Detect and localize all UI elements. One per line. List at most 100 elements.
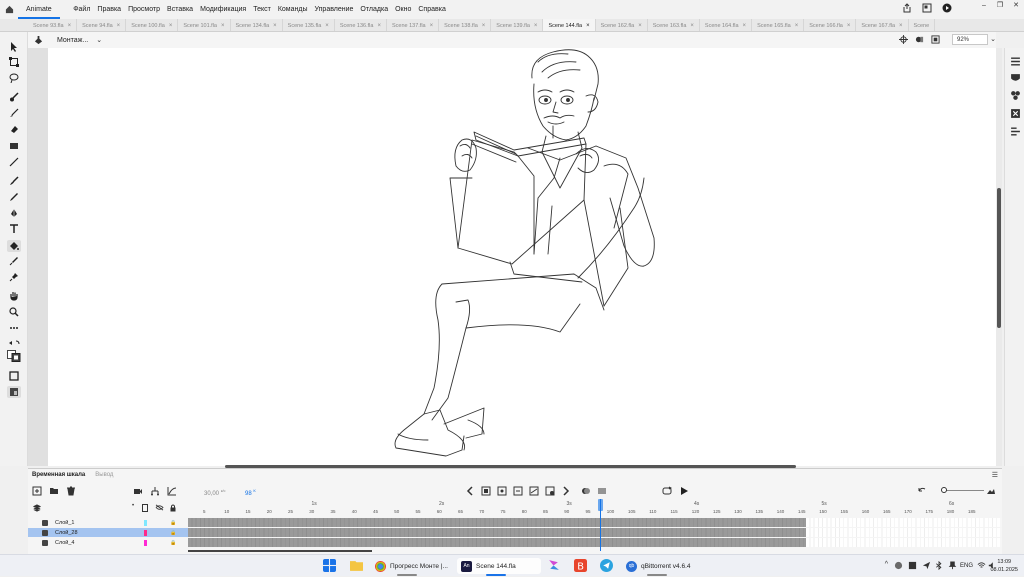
scrollbar-thumb[interactable]	[997, 188, 1001, 328]
menu-edit[interactable]: Правка	[94, 0, 125, 19]
network-icon[interactable]	[977, 561, 986, 570]
selection-tool-icon[interactable]	[7, 41, 21, 53]
tab-document[interactable]: Scene 164.fla ×	[700, 19, 753, 31]
hand-tool-icon[interactable]	[7, 290, 21, 302]
insert-frame-icon[interactable]	[513, 486, 523, 496]
graph-icon[interactable]	[167, 486, 177, 496]
layers-icon[interactable]	[33, 504, 41, 512]
tab-close-icon[interactable]: ×	[377, 23, 381, 29]
menu-help[interactable]: Справка	[415, 0, 449, 19]
publish-icon[interactable]	[922, 3, 932, 13]
zoom-tool-icon[interactable]	[7, 306, 21, 318]
tab-close-icon[interactable]: ×	[68, 23, 72, 29]
free-transform-icon[interactable]	[7, 56, 21, 68]
tab-close-icon[interactable]: ×	[273, 23, 277, 29]
shape-tween-icon[interactable]	[545, 486, 555, 496]
more-tools-icon[interactable]	[7, 322, 21, 334]
snap-options-icon[interactable]	[7, 386, 21, 398]
zoom-chevron-icon[interactable]: ⌄	[990, 35, 996, 43]
library-icon[interactable]	[1010, 73, 1021, 84]
tab-close-icon[interactable]: ×	[899, 23, 903, 29]
scene-name[interactable]: Монтаж...	[57, 37, 88, 44]
tab-timeline[interactable]: Временная шкала	[28, 472, 89, 478]
highlight-layers-icon[interactable]: •	[132, 503, 134, 509]
fps-readout[interactable]: 30,00 к/с	[204, 488, 226, 497]
stage[interactable]	[48, 48, 996, 466]
pin-icon[interactable]	[7, 271, 21, 283]
onion-skin-icon[interactable]	[581, 486, 591, 496]
pen-tool-icon[interactable]	[7, 207, 21, 219]
chevron-down-icon[interactable]: ⌄	[96, 36, 102, 44]
lock-icon[interactable]	[170, 504, 176, 512]
layer-lock-icon[interactable]: 🔒	[170, 540, 176, 546]
tab-document[interactable]: Scene 138.fla ×	[439, 19, 492, 31]
object-drawing-icon[interactable]	[7, 370, 21, 382]
tab-output[interactable]: Вывод	[89, 472, 119, 478]
menu-file[interactable]: Файл	[70, 0, 94, 19]
layer-name[interactable]: Слой_28	[55, 530, 78, 536]
create-tween-icon[interactable]	[529, 486, 539, 496]
text-tool-icon[interactable]	[7, 223, 21, 235]
swap-colors-icon[interactable]	[7, 337, 21, 349]
new-folder-icon[interactable]	[49, 486, 59, 496]
playhead[interactable]	[600, 499, 602, 551]
loop-icon[interactable]	[662, 486, 672, 496]
delete-icon[interactable]	[66, 486, 76, 496]
tray-expand-icon[interactable]: ^	[885, 561, 888, 568]
play-circle-icon[interactable]	[942, 3, 952, 13]
tab-close-icon[interactable]: ×	[169, 23, 173, 29]
tab-document[interactable]: Scene 165.fla ×	[752, 19, 805, 31]
clip-stage-icon[interactable]	[931, 35, 940, 44]
layer-name[interactable]: Слой_1	[55, 520, 75, 526]
bluetooth-icon[interactable]	[935, 561, 943, 570]
menu-window[interactable]: Окно	[392, 0, 415, 19]
layer-row[interactable]: Слой_1 🔒	[28, 518, 188, 527]
tab-document[interactable]: Scene	[909, 19, 936, 31]
tab-close-icon[interactable]: ×	[638, 23, 642, 29]
telegram-icon[interactable]	[600, 559, 613, 572]
tab-close-icon[interactable]: ×	[430, 23, 434, 29]
paint-brush-icon[interactable]	[7, 91, 21, 103]
edit-symbols-icon[interactable]	[915, 35, 924, 44]
share-icon[interactable]	[902, 3, 912, 13]
tab-document[interactable]: Scene 167.fla ×	[856, 19, 909, 31]
layer-frames[interactable]	[188, 538, 806, 547]
hide-icon[interactable]	[155, 504, 164, 511]
layer-color-swatch[interactable]	[144, 529, 147, 536]
eraser-icon[interactable]	[7, 123, 21, 135]
brave-browser-icon[interactable]: B	[574, 559, 587, 572]
line-tool-icon[interactable]	[7, 156, 21, 168]
menu-modify[interactable]: Модификация	[197, 0, 250, 19]
tab-document[interactable]: Scene 135.fla ×	[283, 19, 335, 31]
tab-close-icon[interactable]: ×	[743, 23, 747, 29]
layer-row[interactable]: Слой_4 🔒	[28, 538, 188, 547]
current-frame-readout[interactable]: 98 К	[245, 488, 256, 497]
stage-area[interactable]	[28, 48, 996, 466]
tab-document[interactable]: Scene 136.fla ×	[335, 19, 387, 31]
minimize-icon[interactable]: –	[976, 0, 992, 10]
layer-frames[interactable]	[188, 518, 806, 527]
tab-document[interactable]: Scene 134.fla ×	[231, 19, 283, 31]
mountain-zoom-icon[interactable]	[986, 486, 996, 496]
pin-tray-icon[interactable]	[948, 561, 957, 570]
pencil-icon[interactable]	[7, 191, 21, 203]
character-drawing[interactable]	[48, 48, 996, 466]
tab-close-icon[interactable]: ×	[117, 23, 121, 29]
rectangle-tool-icon[interactable]	[7, 140, 21, 152]
layer-color-swatch[interactable]	[144, 539, 147, 546]
next-keyframe-icon[interactable]	[561, 486, 571, 496]
layer-row[interactable]: Слой_28 🔒	[28, 528, 188, 537]
zoom-input[interactable]: 92%	[952, 34, 988, 45]
tray-send-icon[interactable]	[922, 561, 931, 570]
scene-icon[interactable]	[34, 35, 43, 45]
language-indicator[interactable]: ENG	[960, 563, 973, 569]
menu-insert[interactable]: Вставка	[164, 0, 197, 19]
close-icon[interactable]: ✕	[1008, 0, 1024, 10]
layer-frames[interactable]	[188, 528, 806, 537]
zoom-slider[interactable]	[944, 490, 984, 491]
tab-close-icon[interactable]: ×	[534, 23, 538, 29]
menu-text[interactable]: Текст	[250, 0, 275, 19]
outline-icon[interactable]	[142, 504, 148, 512]
clock[interactable]: 13:09 08.01.2025	[990, 558, 1018, 574]
tab-document[interactable]: Scene 166.fla ×	[804, 19, 857, 31]
